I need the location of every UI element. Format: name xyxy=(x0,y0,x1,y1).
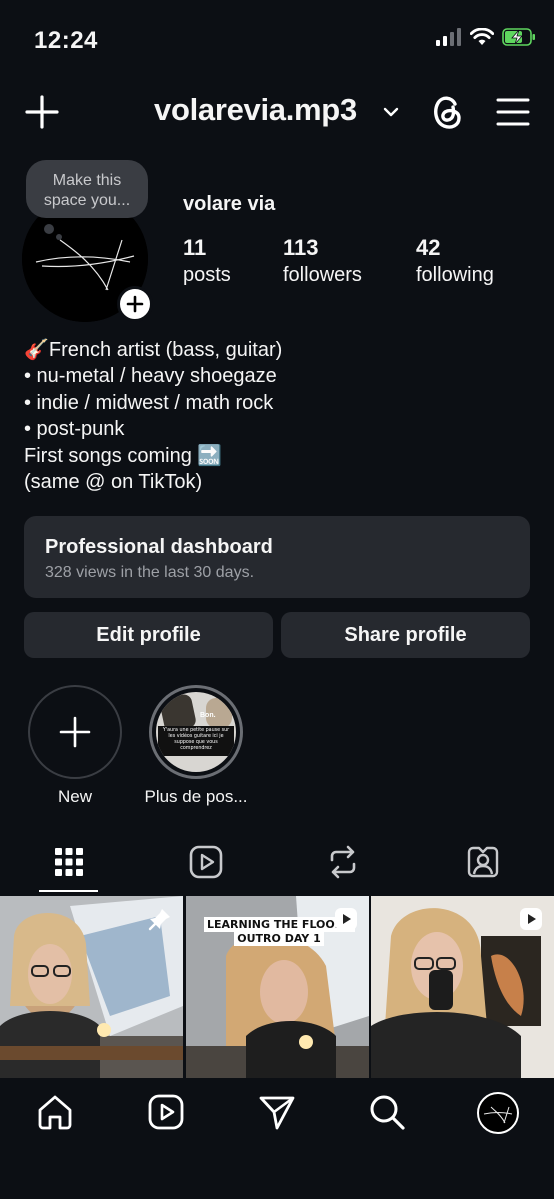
menu-icon[interactable] xyxy=(494,94,532,130)
highlight-thumb-title: Bon. xyxy=(200,712,216,719)
battery-charging-icon xyxy=(502,28,535,46)
threads-icon[interactable] xyxy=(428,90,466,134)
bottom-navigation xyxy=(0,1078,554,1199)
bio-line: • nu-metal / heavy shoegaze xyxy=(24,365,277,388)
post-tile[interactable] xyxy=(371,896,554,1078)
highlight-cover-ring[interactable]: Bon. Y'aura une petite pause sur les vid… xyxy=(149,685,243,779)
highlight-cover-image: Bon. Y'aura une petite pause sur les vid… xyxy=(156,692,236,772)
highlight-label: New xyxy=(57,787,92,806)
profile-tabs xyxy=(0,838,554,894)
bio-line: (same @ on TikTok) xyxy=(24,471,203,494)
signal-icon xyxy=(436,28,461,46)
status-time: 12:24 xyxy=(34,27,98,54)
post-tile[interactable] xyxy=(0,896,183,1078)
reels-icon[interactable] xyxy=(146,1092,186,1132)
status-bar: 12:24 xyxy=(0,0,554,80)
display-name: volare via xyxy=(183,193,276,215)
profile-avatar[interactable] xyxy=(477,1092,519,1134)
stat-value: 42 xyxy=(416,235,441,260)
stat-value: 113 xyxy=(283,235,319,260)
note-tail-dot-small xyxy=(56,234,62,240)
active-tab-indicator xyxy=(39,890,98,892)
chevron-down-icon[interactable] xyxy=(381,102,401,122)
tagged-icon[interactable] xyxy=(465,844,501,880)
bio-line: First songs coming 🔜 xyxy=(24,444,223,467)
highlight-new[interactable]: New xyxy=(28,685,122,807)
plus-icon xyxy=(59,716,91,748)
plus-small-icon xyxy=(126,295,144,313)
note-text-line1: Make this xyxy=(52,172,122,189)
stat-label: posts xyxy=(183,264,231,286)
send-icon[interactable] xyxy=(257,1092,297,1132)
stat-followers[interactable]: 113 followers xyxy=(283,235,362,288)
pin-icon xyxy=(148,909,170,931)
bio-line: 🎸French artist (bass, guitar) xyxy=(24,339,283,361)
profile-header: volarevia.mp3 xyxy=(0,84,554,140)
post-caption-overlay: LEARNING THE FLOODS OUTRO DAY 1 xyxy=(204,917,355,946)
highlight-label: Plus de pos... xyxy=(144,787,248,806)
stat-following[interactable]: 42 following xyxy=(416,235,494,288)
reel-icon xyxy=(335,908,357,930)
grid-icon[interactable] xyxy=(51,844,87,880)
bio-line: • post-punk xyxy=(24,418,125,441)
search-icon[interactable] xyxy=(367,1092,407,1132)
note-bubble[interactable]: Make this space you... xyxy=(26,160,148,218)
highlight-new-circle[interactable] xyxy=(28,685,122,779)
status-icons xyxy=(436,28,536,46)
wifi-icon xyxy=(470,28,494,45)
highlight-thumb-text: Y'aura une petite pause sur les vidéos g… xyxy=(162,728,230,751)
stat-posts[interactable]: 11 posts xyxy=(183,235,231,288)
edit-profile-button[interactable]: Edit profile xyxy=(24,612,273,658)
dashboard-title: Professional dashboard xyxy=(45,536,273,558)
reposts-icon[interactable] xyxy=(325,844,361,880)
stat-value: 11 xyxy=(183,235,207,260)
bio: 🎸French artist (bass, guitar) • nu-metal… xyxy=(24,337,534,495)
home-icon[interactable] xyxy=(35,1092,75,1132)
add-story-button[interactable] xyxy=(117,286,153,322)
share-profile-button[interactable]: Share profile xyxy=(281,612,530,658)
avatar-mini-logo xyxy=(483,1106,513,1124)
bio-line: • indie / midwest / math rock xyxy=(24,391,274,414)
note-text-line2: space you... xyxy=(43,192,131,209)
highlight-item[interactable]: Bon. Y'aura une petite pause sur les vid… xyxy=(143,685,249,807)
username-switcher[interactable]: volarevia.mp3 xyxy=(154,92,357,128)
reel-icon xyxy=(520,908,542,930)
stat-label: followers xyxy=(283,264,362,286)
post-grid: LEARNING THE FLOODS OUTRO DAY 1 xyxy=(0,896,554,1078)
reels-icon[interactable] xyxy=(188,844,224,880)
stat-label: following xyxy=(416,264,494,286)
professional-dashboard-card[interactable]: Professional dashboard 328 views in the … xyxy=(24,516,530,598)
note-tail-dot xyxy=(44,224,54,234)
post-tile[interactable]: LEARNING THE FLOODS OUTRO DAY 1 xyxy=(186,896,369,1078)
plus-icon[interactable] xyxy=(22,92,62,132)
dashboard-subtitle: 328 views in the last 30 days. xyxy=(45,564,255,581)
